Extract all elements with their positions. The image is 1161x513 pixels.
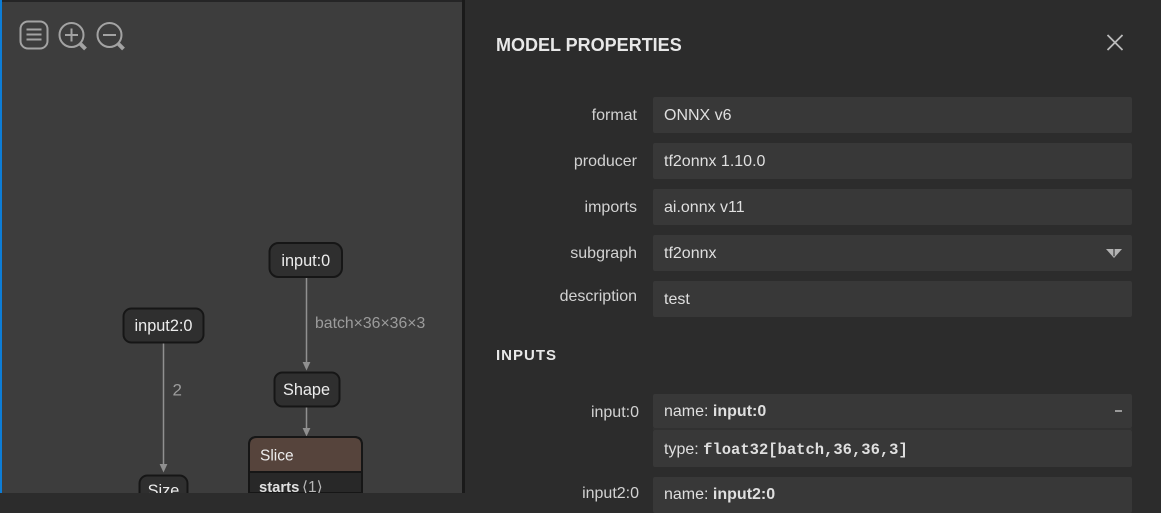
svg-text:input2:0: input2:0: [135, 317, 193, 335]
svg-text:2: 2: [173, 381, 182, 400]
svg-text:Slice: Slice: [260, 448, 294, 465]
svg-text:input:0: input:0: [281, 252, 330, 270]
svg-text:batch×36×36×3: batch×36×36×3: [315, 315, 425, 332]
svg-text:Shape: Shape: [283, 381, 330, 399]
svg-text:Size: Size: [148, 482, 180, 493]
svg-text:starts: starts: [259, 480, 299, 493]
svg-text:⟨1⟩: ⟨1⟩: [302, 479, 323, 493]
